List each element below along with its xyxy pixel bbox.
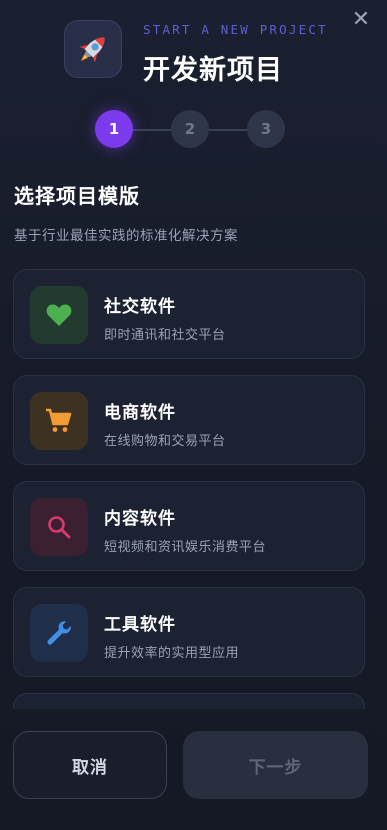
- next-step-button[interactable]: 下一步: [183, 731, 368, 799]
- step-1: 1: [95, 110, 133, 148]
- template-card-content[interactable]: 内容软件 短视频和资讯娱乐消费平台: [13, 481, 365, 571]
- step-connector: [133, 129, 173, 131]
- template-description: 即时通讯和社交平台: [104, 328, 226, 343]
- template-card-ecommerce[interactable]: 电商软件 在线购物和交易平台: [13, 375, 365, 465]
- cart-icon: [30, 392, 88, 450]
- template-description: 短视频和资讯娱乐消费平台: [104, 540, 267, 555]
- template-card-partial[interactable]: [13, 693, 365, 709]
- page-subtitle: START A NEW PROJECT: [143, 22, 328, 37]
- step-2: 2: [171, 110, 209, 148]
- step-3: 3: [247, 110, 285, 148]
- heart-icon: [30, 286, 88, 344]
- page-title: 开发新项目: [143, 55, 283, 86]
- close-icon[interactable]: ✕: [349, 8, 373, 32]
- template-name: 内容软件: [104, 509, 176, 529]
- search-icon: [30, 498, 88, 556]
- template-description: 在线购物和交易平台: [104, 434, 226, 449]
- template-name: 电商软件: [104, 403, 176, 423]
- new-project-screen: ✕ START A NEW PROJECT 开发新项目 1 2 3 选择项目模版…: [0, 0, 387, 830]
- template-card-social[interactable]: 社交软件 即时通讯和社交平台: [13, 269, 365, 359]
- template-name: 社交软件: [104, 297, 176, 317]
- wrench-icon: [30, 604, 88, 662]
- cancel-button[interactable]: 取消: [13, 731, 167, 799]
- section-description: 基于行业最佳实践的标准化解决方案: [14, 228, 238, 244]
- template-description: 提升效率的实用型应用: [104, 646, 240, 661]
- template-list[interactable]: 社交软件 即时通讯和社交平台 电商软件 在线购物和交易平台 内容软件 短视频和资…: [13, 269, 367, 709]
- template-card-tools[interactable]: 工具软件 提升效率的实用型应用: [13, 587, 365, 677]
- template-name: 工具软件: [104, 615, 176, 635]
- step-connector: [209, 129, 249, 131]
- section-title: 选择项目模版: [14, 184, 140, 208]
- stepper: 1 2 3: [0, 110, 387, 150]
- rocket-icon: [64, 20, 122, 78]
- footer-actions: 取消 下一步: [0, 718, 387, 830]
